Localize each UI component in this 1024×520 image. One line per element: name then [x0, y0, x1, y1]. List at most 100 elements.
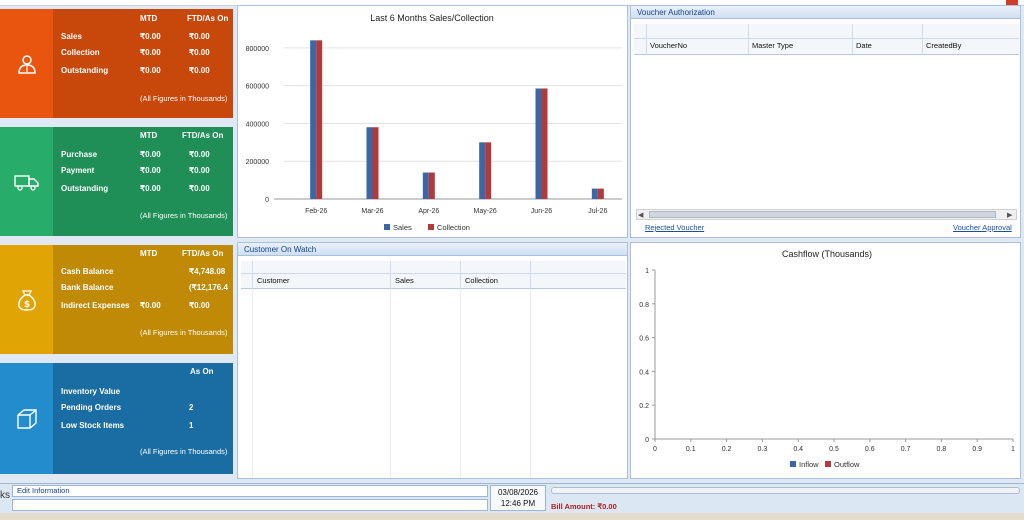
bar-sales — [479, 142, 486, 199]
x-tick-label: Apr-26 — [418, 208, 439, 215]
x-tick-label: Mar-26 — [361, 208, 383, 215]
outstanding-label: Outstanding — [61, 66, 109, 75]
payment-ftd: ₹0.00 — [189, 166, 210, 175]
col-ftd-label: FTD/As On — [187, 14, 229, 23]
outstanding-label: Outstanding — [61, 184, 109, 193]
scroll-thumb[interactable] — [649, 211, 996, 218]
sales-collection-chart-panel: Last 6 Months Sales/Collection 0 200000 400… — [237, 5, 628, 238]
scroll-left-arrow[interactable]: ◀ — [638, 211, 643, 219]
y-tick-label: 0.6 — [639, 336, 649, 343]
x-tick-label: Jul-26 — [588, 208, 607, 215]
bank-balance-label: Bank Balance — [61, 283, 114, 292]
edit-information-label: Edit Information — [17, 486, 70, 495]
y-tick-label: 0 — [265, 197, 269, 204]
y-tick-label: 0.4 — [639, 369, 649, 376]
sales-ftd: ₹0.00 — [189, 32, 210, 41]
outstanding-ftd: ₹0.00 — [189, 66, 210, 75]
collection-label: Collection — [61, 48, 100, 57]
rejected-voucher-link[interactable]: Rejected Voucher — [645, 223, 704, 232]
edit-information-field[interactable] — [12, 499, 488, 511]
col-mtd-label: MTD — [140, 14, 158, 23]
date-time-box: 03/08/2026 12:46 PM — [490, 485, 546, 511]
x-tick-label: 0.5 — [829, 446, 839, 453]
voucher-no-column[interactable]: VoucherNo — [646, 41, 687, 50]
x-tick-label: 0.6 — [865, 446, 875, 453]
customer-on-watch-panel: Customer On Watch Customer Sales Collect… — [237, 242, 628, 479]
voucher-authorization-panel: Voucher Authorization VoucherNo Master T… — [630, 5, 1021, 238]
purchase-tile-icon-area — [0, 127, 53, 236]
inventory-tile[interactable]: As On Inventory Value Pending Orders 2 L… — [0, 363, 233, 474]
horizontal-scrollbar[interactable]: ◀ ▶ — [636, 209, 1017, 220]
status-bar: ks Edit Information 03/08/2026 12:46 PM … — [0, 483, 1024, 513]
user-icon — [17, 54, 36, 74]
x-tick-label: Jun-26 — [531, 208, 553, 215]
cash-tile[interactable]: $ MTD FTD/As On Cash Balance ₹4,748.08 B… — [0, 245, 233, 354]
legend-label: Sales — [393, 223, 412, 232]
sales-column[interactable]: Sales — [391, 276, 414, 285]
bar-collection — [485, 142, 492, 199]
chart-title: Cashflow (Thousands) — [782, 249, 872, 259]
cash-tile-icon-area: $ — [0, 245, 53, 354]
y-tick-label: 800000 — [246, 46, 269, 53]
bar-sales — [310, 40, 317, 200]
y-tick-label: 0.2 — [639, 403, 649, 410]
svg-text:$: $ — [23, 300, 29, 310]
edit-information-box[interactable]: Edit Information — [12, 485, 488, 497]
low-stock-label: Low Stock Items — [61, 421, 125, 430]
collection-mtd: ₹0.00 — [140, 48, 161, 57]
col-mtd-label: MTD — [140, 131, 158, 140]
box-icon — [16, 408, 37, 429]
x-tick-label: 0.7 — [901, 446, 911, 453]
figures-note: (All Figures in Thousands) — [140, 328, 228, 337]
x-tick-label: 0 — [653, 446, 657, 453]
col-mtd-label: MTD — [140, 249, 158, 258]
purchase-tile[interactable]: MTD FTD/As On Purchase ₹0.00 ₹0.00 Payme… — [0, 127, 233, 236]
x-tick-label: 0.4 — [793, 446, 803, 453]
payment-label: Payment — [61, 166, 95, 175]
y-tick-label: 200000 — [246, 159, 269, 166]
master-type-column[interactable]: Master Type — [748, 41, 793, 50]
bar-collection — [541, 88, 548, 199]
chart-title: Last 6 Months Sales/Collection — [370, 13, 494, 23]
inventory-value-label: Inventory Value — [61, 387, 121, 396]
legend-swatch — [384, 224, 390, 230]
bar-collection — [428, 172, 435, 199]
voucher-approval-link[interactable]: Voucher Approval — [953, 223, 1012, 232]
bar-collection — [597, 188, 604, 199]
x-tick-label: 0.8 — [937, 446, 947, 453]
col-as-on-label: As On — [190, 367, 214, 376]
indirect-expenses-ftd: ₹0.00 — [189, 301, 210, 310]
x-tick-label: 0.1 — [686, 446, 696, 453]
taskbar-strip — [0, 513, 1024, 520]
y-tick-label: 600000 — [246, 84, 269, 91]
cash-balance-ftd: ₹4,748.08 — [189, 267, 226, 276]
legend-label: Inflow — [799, 460, 819, 469]
scroll-right-arrow[interactable]: ▶ — [1007, 211, 1012, 219]
status-date: 03/08/2026 — [497, 488, 539, 497]
sales-mtd: ₹0.00 — [140, 32, 161, 41]
customer-column[interactable]: Customer — [253, 276, 290, 285]
bar-sales — [591, 188, 598, 199]
x-tick-label: 0.3 — [758, 446, 768, 453]
date-column[interactable]: Date — [852, 41, 872, 50]
figures-note: (All Figures in Thousands) — [140, 94, 228, 103]
collection-column[interactable]: Collection — [461, 276, 498, 285]
x-tick-label: 0.2 — [722, 446, 732, 453]
sales-tile[interactable]: MTD FTD/As On Sales ₹0.00 ₹0.00 Collecti… — [0, 9, 233, 118]
sales-label: Sales — [61, 32, 82, 41]
outstanding-ftd: ₹0.00 — [189, 184, 210, 193]
legend-label: Outflow — [834, 460, 860, 469]
legend-swatch — [428, 224, 434, 230]
outstanding-mtd: ₹0.00 — [140, 66, 161, 75]
cashflow-chart-panel: Cashflow (Thousands) 1 0.8 0.6 0.4 0.2 0 0 0.1 0.… — [630, 242, 1021, 479]
x-tick-label: Feb-26 — [305, 208, 327, 215]
pending-orders-value: 2 — [189, 403, 194, 412]
collection-ftd: ₹0.00 — [189, 48, 210, 57]
created-by-column[interactable]: CreatedBy — [922, 41, 961, 50]
payment-mtd: ₹0.00 — [140, 166, 161, 175]
outstanding-mtd: ₹0.00 — [140, 184, 161, 193]
bar-sales — [422, 172, 429, 199]
y-tick-label: 0 — [645, 437, 649, 444]
bill-amount: Bill Amount: ₹0.00 — [551, 502, 617, 511]
money-bag-icon: $ — [17, 289, 36, 311]
